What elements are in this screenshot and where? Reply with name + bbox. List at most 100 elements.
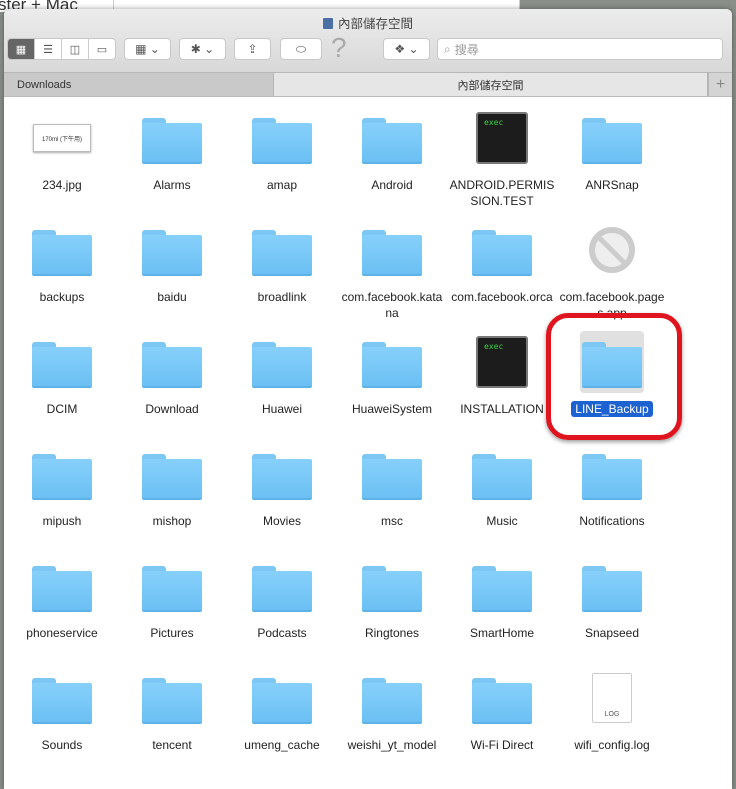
gallery-view-button[interactable]: ▭ — [89, 39, 115, 59]
folder-icon — [362, 678, 422, 724]
toolbar: 內部儲存空間 ▦ ☰ ◫ ▭ ▦ ⌄ ✱ ⌄ ⇪ ⬭ ? ❖ ⌄ ⌕ 搜尋 — [4, 9, 732, 73]
file-item[interactable]: Notifications — [557, 443, 667, 555]
highlight-annotation — [546, 313, 682, 440]
view-mode-control[interactable]: ▦ ☰ ◫ ▭ — [7, 38, 116, 60]
file-item[interactable]: exec ANDROID.PERMISSION.TEST — [447, 107, 557, 219]
list-view-button[interactable]: ☰ — [35, 39, 62, 59]
file-item[interactable]: amap — [227, 107, 337, 219]
search-icon: ⌕ — [444, 41, 451, 56]
file-name: backups — [39, 290, 85, 304]
file-item[interactable]: broadlink — [227, 219, 337, 331]
file-item[interactable]: Movies — [227, 443, 337, 555]
folder-icon — [142, 678, 202, 724]
folder-icon — [142, 342, 202, 388]
file-item[interactable]: tencent — [117, 667, 227, 779]
file-name: mipush — [42, 514, 82, 528]
file-item[interactable]: Android — [337, 107, 447, 219]
file-item[interactable]: com.facebook.katana — [337, 219, 447, 331]
file-name: 234.jpg — [42, 178, 82, 192]
file-name: Podcasts — [257, 626, 307, 640]
file-name: Sounds — [41, 738, 83, 752]
file-name: Wi-Fi Direct — [470, 738, 534, 752]
file-item[interactable]: com.facebook.orca — [447, 219, 557, 331]
folder-icon — [362, 118, 422, 164]
drive-icon — [322, 18, 333, 29]
add-tab-button[interactable]: + — [708, 73, 732, 96]
folder-icon — [32, 342, 92, 388]
file-item[interactable]: mipush — [7, 443, 117, 555]
file-item[interactable]: umeng_cache — [227, 667, 337, 779]
file-name: INSTALLATION — [460, 402, 544, 416]
search-input[interactable]: ⌕ 搜尋 — [437, 38, 723, 60]
prohibited-app-icon — [589, 227, 635, 273]
file-name: msc — [381, 514, 403, 528]
file-item[interactable]: HuaweiSystem — [337, 331, 447, 443]
log-file-icon: LOG — [592, 673, 632, 723]
file-item[interactable]: Snapseed — [557, 555, 667, 667]
file-item[interactable]: DCIM — [7, 331, 117, 443]
folder-icon — [472, 230, 532, 276]
folder-icon — [582, 566, 642, 612]
folder-icon — [582, 454, 642, 500]
file-item[interactable]: 170ml (下午用) 234.jpg — [7, 107, 117, 219]
dropbox-button[interactable]: ❖ ⌄ — [383, 38, 430, 60]
file-name: Movies — [262, 514, 301, 528]
folder-icon — [252, 566, 312, 612]
folder-icon — [472, 454, 532, 500]
file-name: Huawei — [261, 402, 303, 416]
action-gear-button[interactable]: ✱ ⌄ — [179, 38, 226, 60]
file-item[interactable]: phoneservice — [7, 555, 117, 667]
folder-icon — [362, 342, 422, 388]
column-view-button[interactable]: ◫ — [62, 39, 89, 59]
file-item[interactable]: Music — [447, 443, 557, 555]
terminal-exec-icon: exec — [476, 112, 528, 164]
folder-icon — [362, 566, 422, 612]
file-item[interactable]: backups — [7, 219, 117, 331]
file-item[interactable]: mishop — [117, 443, 227, 555]
file-name: tencent — [152, 738, 192, 752]
file-item[interactable]: Sounds — [7, 667, 117, 779]
file-name: mishop — [152, 514, 192, 528]
tag-button[interactable]: ⬭ — [280, 38, 322, 60]
file-name: wifi_config.log — [574, 738, 650, 752]
share-button[interactable]: ⇪ — [234, 38, 271, 60]
folder-icon — [362, 230, 422, 276]
file-name: com.facebook.orca — [451, 290, 553, 304]
file-item[interactable]: Wi-Fi Direct — [447, 667, 557, 779]
file-item[interactable]: msc — [337, 443, 447, 555]
file-name: Ringtones — [364, 626, 420, 640]
folder-icon — [252, 118, 312, 164]
window-title-text: 內部儲存空間 — [337, 17, 413, 31]
help-icon[interactable]: ? — [331, 32, 347, 64]
file-item[interactable]: baidu — [117, 219, 227, 331]
tab-downloads[interactable]: Downloads — [4, 73, 274, 96]
file-item[interactable]: SmartHome — [447, 555, 557, 667]
file-name: Snapseed — [584, 626, 640, 640]
terminal-exec-icon: exec — [476, 336, 528, 388]
folder-icon — [142, 566, 202, 612]
file-item[interactable]: weishi_yt_model — [337, 667, 447, 779]
file-name: phoneservice — [26, 626, 98, 640]
folder-icon — [472, 678, 532, 724]
folder-icon — [32, 678, 92, 724]
folder-icon — [142, 230, 202, 276]
tab-internal-storage[interactable]: 內部儲存空間 — [274, 73, 708, 96]
file-item[interactable]: LOG wifi_config.log — [557, 667, 667, 779]
arrange-button[interactable]: ▦ ⌄ — [124, 38, 171, 60]
file-item[interactable]: ANRSnap — [557, 107, 667, 219]
folder-icon — [142, 454, 202, 500]
file-item[interactable]: Download — [117, 331, 227, 443]
file-item[interactable]: Podcasts — [227, 555, 337, 667]
image-thumbnail-icon: 170ml (下午用) — [33, 124, 91, 152]
icon-view-button[interactable]: ▦ — [8, 39, 35, 59]
file-item[interactable]: Ringtones — [337, 555, 447, 667]
file-item[interactable]: Huawei — [227, 331, 337, 443]
file-item[interactable]: Alarms — [117, 107, 227, 219]
file-item[interactable]: exec INSTALLATION — [447, 331, 557, 443]
folder-icon — [472, 566, 532, 612]
file-name: ANDROID.PERMISSION.TEST — [449, 178, 555, 208]
folder-icon — [142, 118, 202, 164]
file-item[interactable]: Pictures — [117, 555, 227, 667]
folder-icon — [362, 454, 422, 500]
file-name: SmartHome — [469, 626, 534, 640]
